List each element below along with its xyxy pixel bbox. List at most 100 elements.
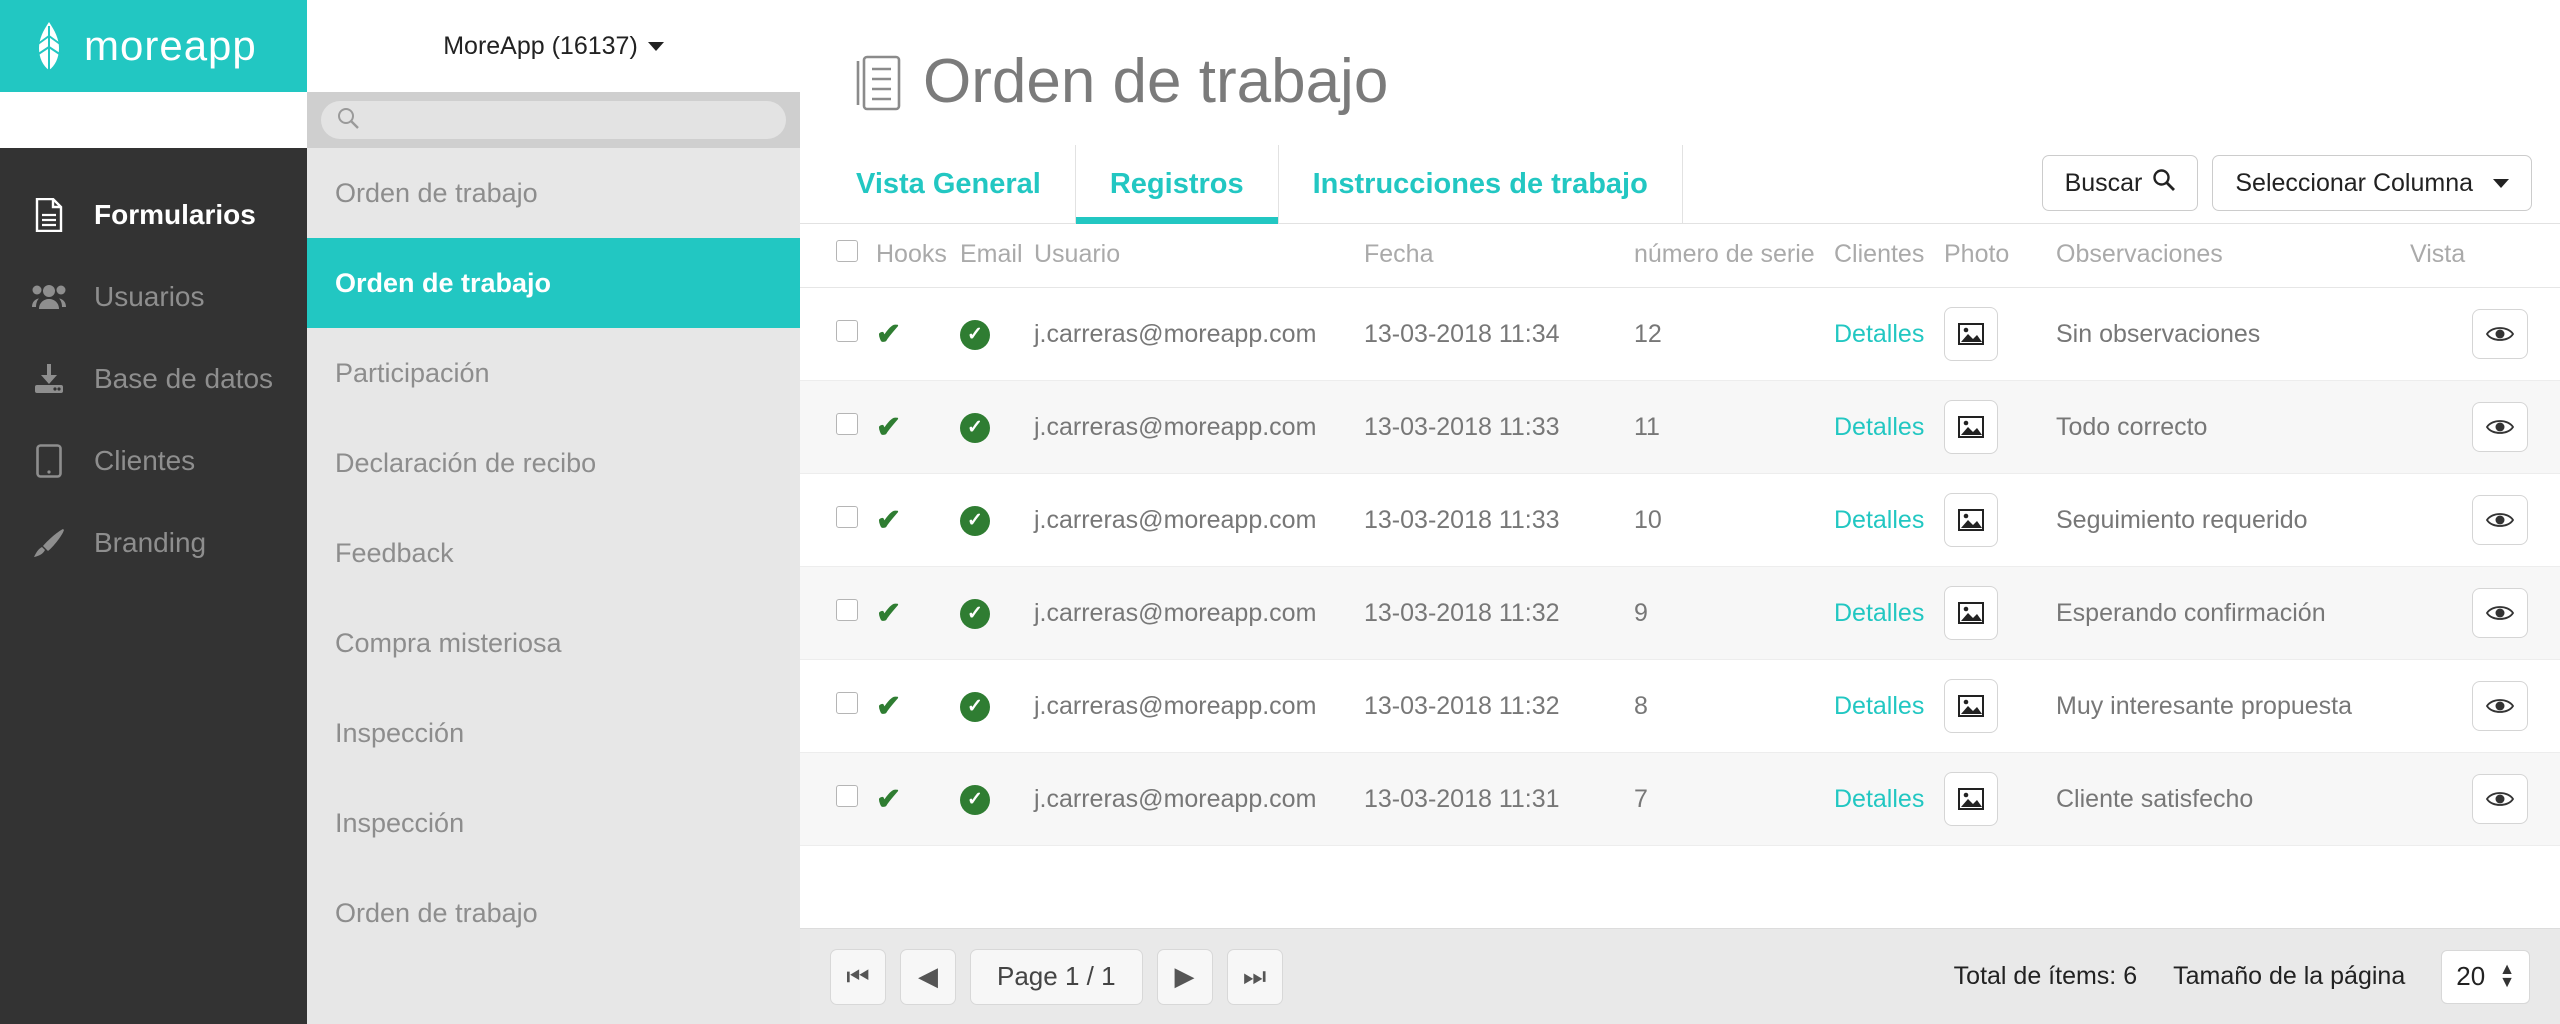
fecha-cell: 13-03-2018 11:33 <box>1364 380 1634 475</box>
sidebar-item-formularios[interactable]: Formularios <box>0 174 307 256</box>
table-row[interactable]: ✔ ✓ j.carreras@moreapp.com 13-03-2018 11… <box>800 566 2560 661</box>
form-search-bar <box>307 92 800 148</box>
select-all-checkbox[interactable] <box>836 240 858 263</box>
serie-cell: 7 <box>1634 752 1834 847</box>
col-photo[interactable]: Photo <box>1944 224 2056 289</box>
form-search-box[interactable] <box>321 101 786 139</box>
col-usuario[interactable]: Usuario <box>1034 224 1364 289</box>
row-checkbox[interactable] <box>836 598 858 621</box>
pagination-right: Total de ítems: 6 Tamaño de la página 20… <box>1954 949 2530 1004</box>
col-email[interactable]: Email <box>960 224 1034 289</box>
photo-cell <box>1944 752 2056 847</box>
detalles-link[interactable]: Detalles <box>1834 506 1924 534</box>
table-row[interactable]: ✔ ✓ j.carreras@moreapp.com 13-03-2018 11… <box>800 287 2560 382</box>
list-item[interactable]: Declaración de recibo <box>307 418 800 508</box>
tab-instrucciones-de-trabajo[interactable]: Instrucciones de trabajo <box>1279 145 1682 223</box>
table-row[interactable]: ✔ ✓ j.carreras@moreapp.com 13-03-2018 11… <box>800 473 2560 568</box>
col-clientes[interactable]: Clientes <box>1834 224 1944 289</box>
page-size-stepper[interactable]: 20 ▲ ▼ <box>2441 949 2530 1004</box>
image-icon[interactable] <box>1944 586 1998 641</box>
sidebar-item-base-de-datos[interactable]: Base de datos <box>0 338 307 420</box>
detalles-link[interactable]: Detalles <box>1834 785 1924 813</box>
list-item[interactable]: Orden de trabajo <box>307 148 800 238</box>
list-item[interactable]: Orden de trabajo <box>307 238 800 328</box>
col-fecha[interactable]: Fecha <box>1364 224 1634 289</box>
select-column-button[interactable]: Seleccionar Columna <box>2212 155 2532 212</box>
image-icon[interactable] <box>1944 400 1998 455</box>
row-checkbox[interactable] <box>836 691 858 714</box>
list-item[interactable]: Participación <box>307 328 800 418</box>
table-row[interactable]: ✔ ✓ j.carreras@moreapp.com 13-03-2018 11… <box>800 659 2560 754</box>
first-page-icon[interactable]: ⏮ <box>830 948 886 1005</box>
table-row[interactable]: ✔ ✓ j.carreras@moreapp.com 13-03-2018 11… <box>800 752 2560 847</box>
detalles-link[interactable]: Detalles <box>1834 413 1924 441</box>
col-hooks[interactable]: Hooks <box>876 224 960 289</box>
search-button[interactable]: Buscar <box>2041 155 2199 212</box>
brand-logo[interactable]: moreapp <box>30 22 257 70</box>
list-item[interactable]: Inspección <box>307 688 800 778</box>
list-item[interactable]: Feedback <box>307 508 800 598</box>
observaciones-cell: Todo correcto <box>2056 380 2410 475</box>
list-item[interactable]: Inspección <box>307 778 800 868</box>
form-panel: MoreApp (16137) Orden de trabajo Orden d… <box>307 0 800 1024</box>
stepper-arrows-icon[interactable]: ▲ ▼ <box>2499 962 2515 990</box>
fecha-cell: 13-03-2018 11:34 <box>1364 287 1634 382</box>
image-icon[interactable] <box>1944 493 1998 548</box>
tab-label: Registros <box>1109 167 1244 200</box>
row-checkbox[interactable] <box>836 412 858 435</box>
users-icon <box>30 283 68 311</box>
detalles-link[interactable]: Detalles <box>1834 320 1924 348</box>
fecha-cell: 13-03-2018 11:32 <box>1364 659 1634 754</box>
prev-page-icon[interactable]: ◀ <box>900 948 956 1005</box>
email-cell: ✓ <box>960 566 1034 661</box>
page-header: Orden de trabajo <box>800 0 2560 116</box>
next-page-icon[interactable]: ▶ <box>1156 948 1213 1005</box>
account-switcher[interactable]: MoreApp (16137) <box>307 0 800 92</box>
page-indicator[interactable]: Page 1 / 1 <box>970 948 1143 1005</box>
tablet-icon <box>30 444 68 478</box>
document-lines-icon <box>855 55 901 116</box>
left-column: moreapp Formularios Usuarios Base de dat… <box>0 0 307 1024</box>
row-checkbox[interactable] <box>836 784 858 807</box>
form-item-label: Participación <box>335 357 490 388</box>
sidebar-item-clientes[interactable]: Clientes <box>0 420 307 502</box>
detalles-link[interactable]: Detalles <box>1834 692 1924 720</box>
table-row[interactable]: ✔ ✓ j.carreras@moreapp.com 13-03-2018 11… <box>800 380 2560 475</box>
eye-icon[interactable] <box>2472 588 2528 639</box>
usuario-cell: j.carreras@moreapp.com <box>1034 380 1364 475</box>
image-icon[interactable] <box>1944 307 1998 362</box>
col-numero-de-serie[interactable]: número de serie <box>1634 224 1834 289</box>
serie-cell: 12 <box>1634 287 1834 382</box>
eye-icon[interactable] <box>2472 774 2528 825</box>
eye-icon[interactable] <box>2472 495 2528 546</box>
tab-vista-general[interactable]: Vista General <box>822 145 1075 223</box>
sidebar-item-usuarios[interactable]: Usuarios <box>0 256 307 338</box>
col-observaciones[interactable]: Observaciones <box>2056 224 2410 289</box>
list-item[interactable]: Orden de trabajo <box>307 868 800 958</box>
photo-cell <box>1944 473 2056 568</box>
last-page-icon[interactable]: ⏭ <box>1226 948 1283 1005</box>
search-input[interactable] <box>369 108 786 132</box>
left-spacer <box>0 92 307 148</box>
row-checkbox[interactable] <box>836 319 858 342</box>
records-table: Hooks Email Usuario Fecha número de seri… <box>800 224 2560 847</box>
pagination-bar: ⏮ ◀ Page 1 / 1 ▶ ⏭ Total de ítems: 6 Tam… <box>800 928 2560 1024</box>
hooks-cell: ✔ <box>876 287 960 382</box>
image-icon[interactable] <box>1944 679 1998 734</box>
app-root: moreapp Formularios Usuarios Base de dat… <box>0 0 2560 1024</box>
photo-cell <box>1944 380 2056 475</box>
list-item[interactable]: Compra misteriosa <box>307 598 800 688</box>
eye-icon[interactable] <box>2472 309 2528 360</box>
row-select-cell <box>800 659 876 754</box>
eye-icon[interactable] <box>2472 681 2528 732</box>
main-content: Orden de trabajo Vista General Registros… <box>800 0 2560 1024</box>
tab-registros[interactable]: Registros <box>1074 145 1279 225</box>
image-icon[interactable] <box>1944 772 1998 827</box>
detalles-link[interactable]: Detalles <box>1834 599 1924 627</box>
row-checkbox[interactable] <box>836 505 858 528</box>
col-vista[interactable]: Vista <box>2410 224 2560 289</box>
observaciones-cell: Cliente satisfecho <box>2056 752 2410 847</box>
circle-check-icon: ✓ <box>960 505 990 536</box>
sidebar-item-branding[interactable]: Branding <box>0 502 307 584</box>
eye-icon[interactable] <box>2472 402 2528 453</box>
